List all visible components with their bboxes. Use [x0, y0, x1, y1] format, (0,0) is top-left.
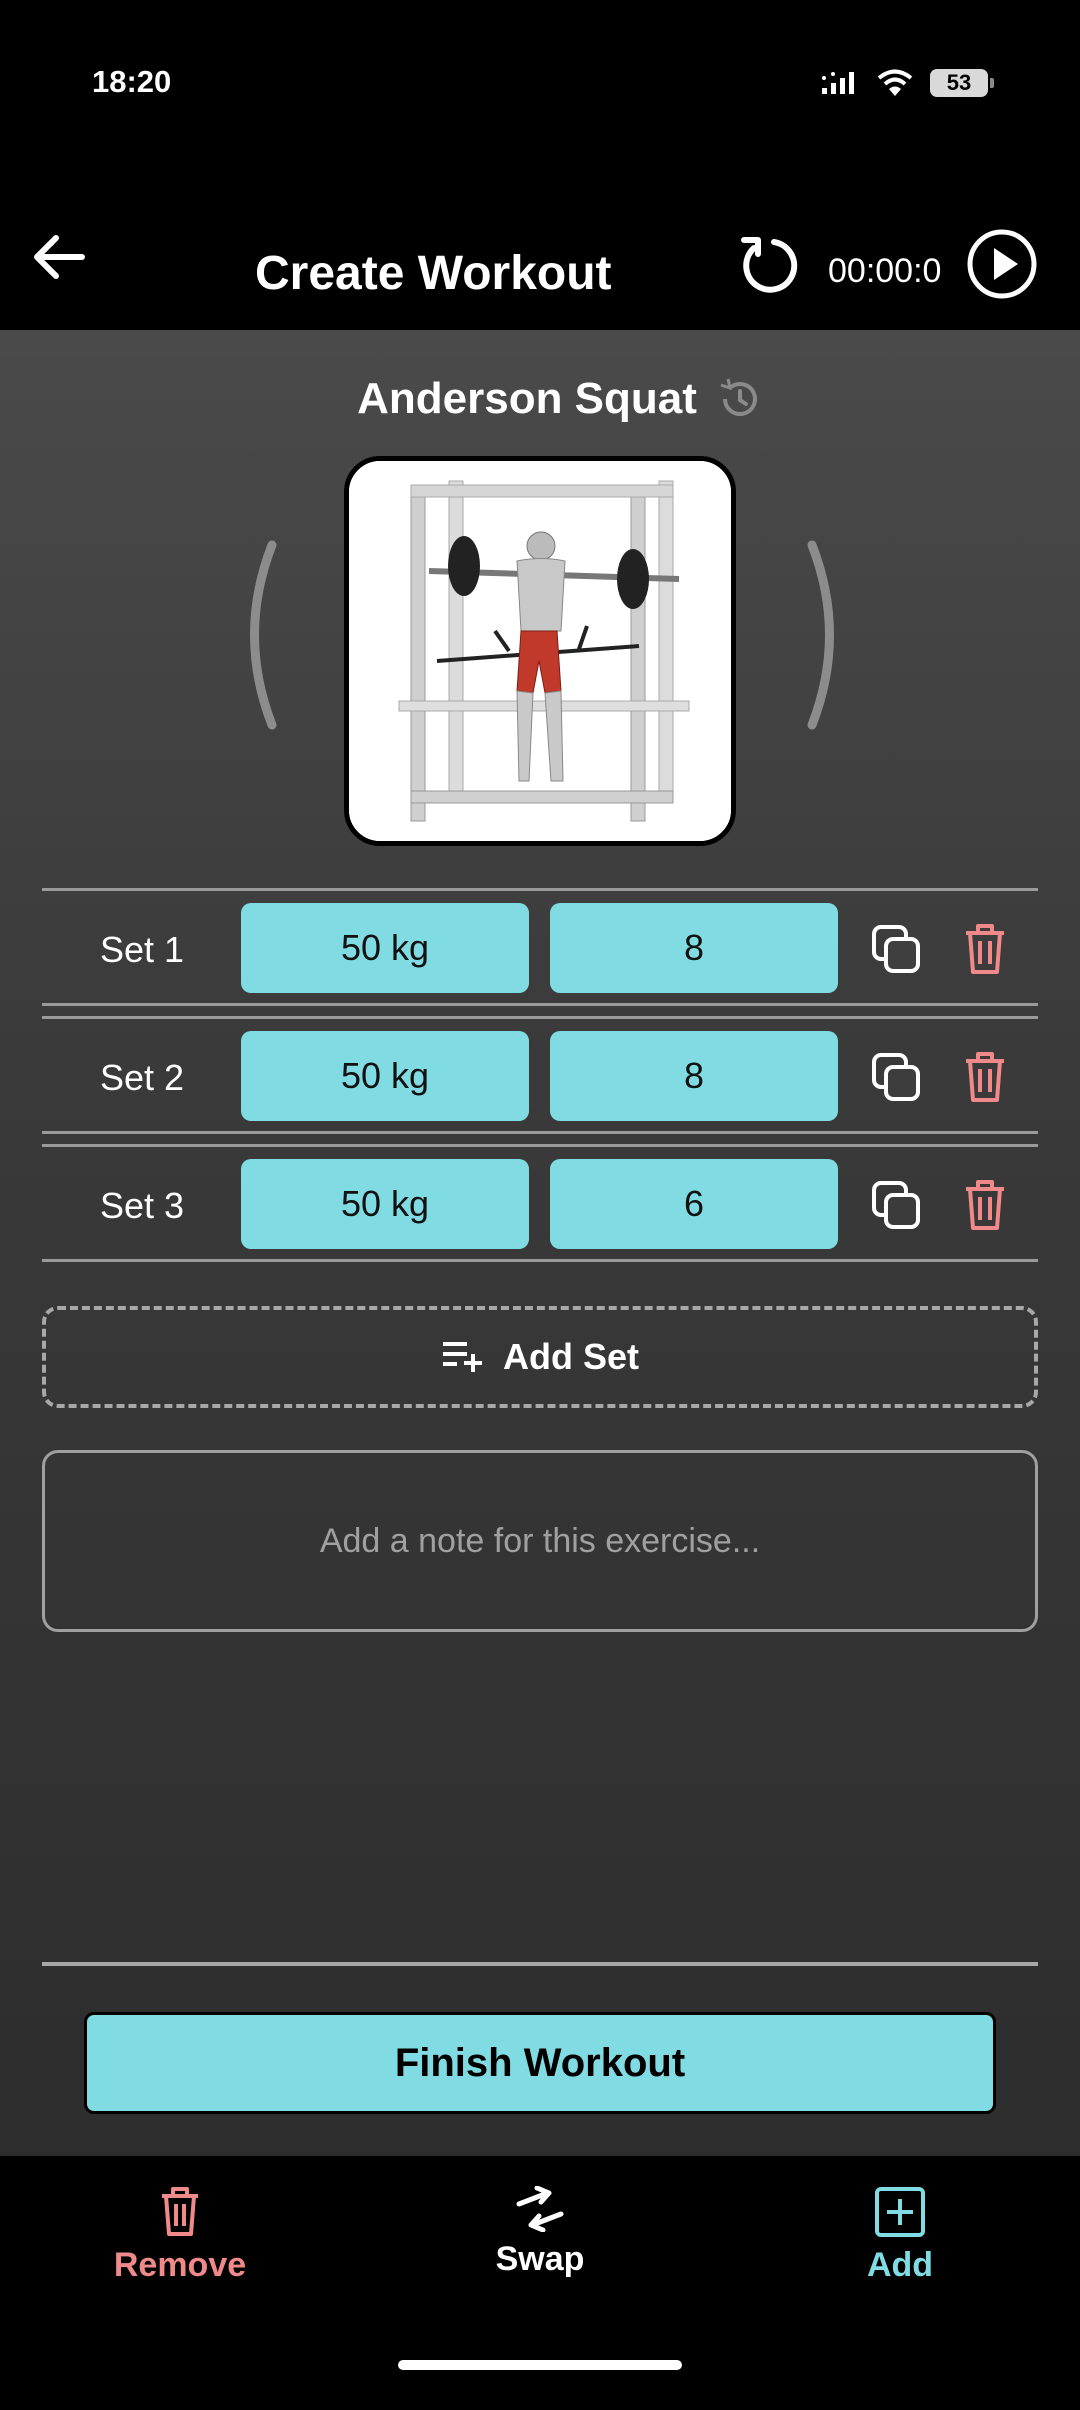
copy-icon[interactable]	[870, 1179, 924, 1233]
playlist-add-icon	[442, 1342, 482, 1372]
swap-button[interactable]: Swap	[440, 2186, 640, 2279]
copy-icon[interactable]	[870, 1051, 924, 1105]
remove-label: Remove	[113, 2246, 247, 2284]
back-arrow-icon	[34, 235, 85, 279]
reps-field[interactable]: 8	[550, 903, 838, 993]
exercise-name[interactable]: Anderson Squat	[357, 374, 697, 424]
trash-icon[interactable]	[958, 1049, 1012, 1105]
reps-field[interactable]: 6	[550, 1159, 838, 1249]
add-set-label: Add Set	[502, 1336, 639, 1377]
swap-icon	[516, 2186, 564, 2232]
wifi-icon	[877, 69, 913, 96]
weight-field[interactable]: 50 kg	[241, 903, 529, 993]
add-box-icon	[875, 2187, 925, 2237]
finish-workout-button[interactable]: Finish Workout	[84, 2012, 996, 2114]
history-icon[interactable]	[715, 375, 763, 423]
battery-icon: 53	[930, 69, 994, 97]
trash-icon[interactable]	[958, 921, 1012, 977]
exercise-header: Anderson Squat	[0, 374, 1080, 424]
home-indicator[interactable]	[398, 2360, 682, 2370]
chevron-left-icon[interactable]	[232, 540, 282, 730]
weight-field[interactable]: 50 kg	[241, 1031, 529, 1121]
divider	[42, 1962, 1038, 1966]
remove-button[interactable]: Remove	[80, 2186, 280, 2285]
workout-content: Anderson Squat Set 1 50 kg 8 Set 2 50 kg…	[0, 330, 1080, 2156]
add-exercise-button[interactable]: Add	[800, 2186, 1000, 2285]
play-icon[interactable]	[966, 228, 1038, 300]
workout-timer: 00:00:0	[828, 252, 942, 290]
set-row: Set 1 50 kg 8	[42, 888, 1038, 1006]
trash-icon	[162, 2187, 198, 2236]
battery-level: 53	[946, 70, 972, 95]
trash-icon[interactable]	[958, 1177, 1012, 1233]
sets-list: Set 1 50 kg 8 Set 2 50 kg 8 Set 3 50 kg …	[42, 888, 1038, 1272]
reset-icon[interactable]	[734, 230, 802, 298]
bottom-nav: Remove Swap Add	[0, 2156, 1080, 2410]
set-label: Set 1	[99, 929, 185, 970]
set-label: Set 3	[99, 1185, 185, 1226]
signal-icon	[822, 72, 854, 94]
exercise-image[interactable]	[344, 456, 736, 846]
swap-label: Swap	[495, 2240, 585, 2278]
app-bar: Create Workout 00:00:0	[0, 180, 1080, 330]
back-button[interactable]	[24, 226, 92, 288]
set-row: Set 2 50 kg 8	[42, 1016, 1038, 1134]
add-set-button[interactable]: Add Set	[42, 1306, 1038, 1408]
copy-icon[interactable]	[870, 923, 924, 977]
status-bar: 18:20 53	[0, 0, 1080, 180]
page-title: Create Workout	[255, 247, 612, 300]
exercise-note-input[interactable]	[42, 1450, 1038, 1632]
chevron-right-icon[interactable]	[802, 540, 852, 730]
status-icons: 53	[820, 68, 994, 98]
squat-rack-illustration	[349, 461, 731, 841]
set-row: Set 3 50 kg 6	[42, 1144, 1038, 1262]
weight-field[interactable]: 50 kg	[241, 1159, 529, 1249]
set-label: Set 2	[99, 1057, 185, 1098]
reps-field[interactable]: 8	[550, 1031, 838, 1121]
status-time: 18:20	[92, 64, 172, 99]
add-label: Add	[866, 2246, 934, 2284]
